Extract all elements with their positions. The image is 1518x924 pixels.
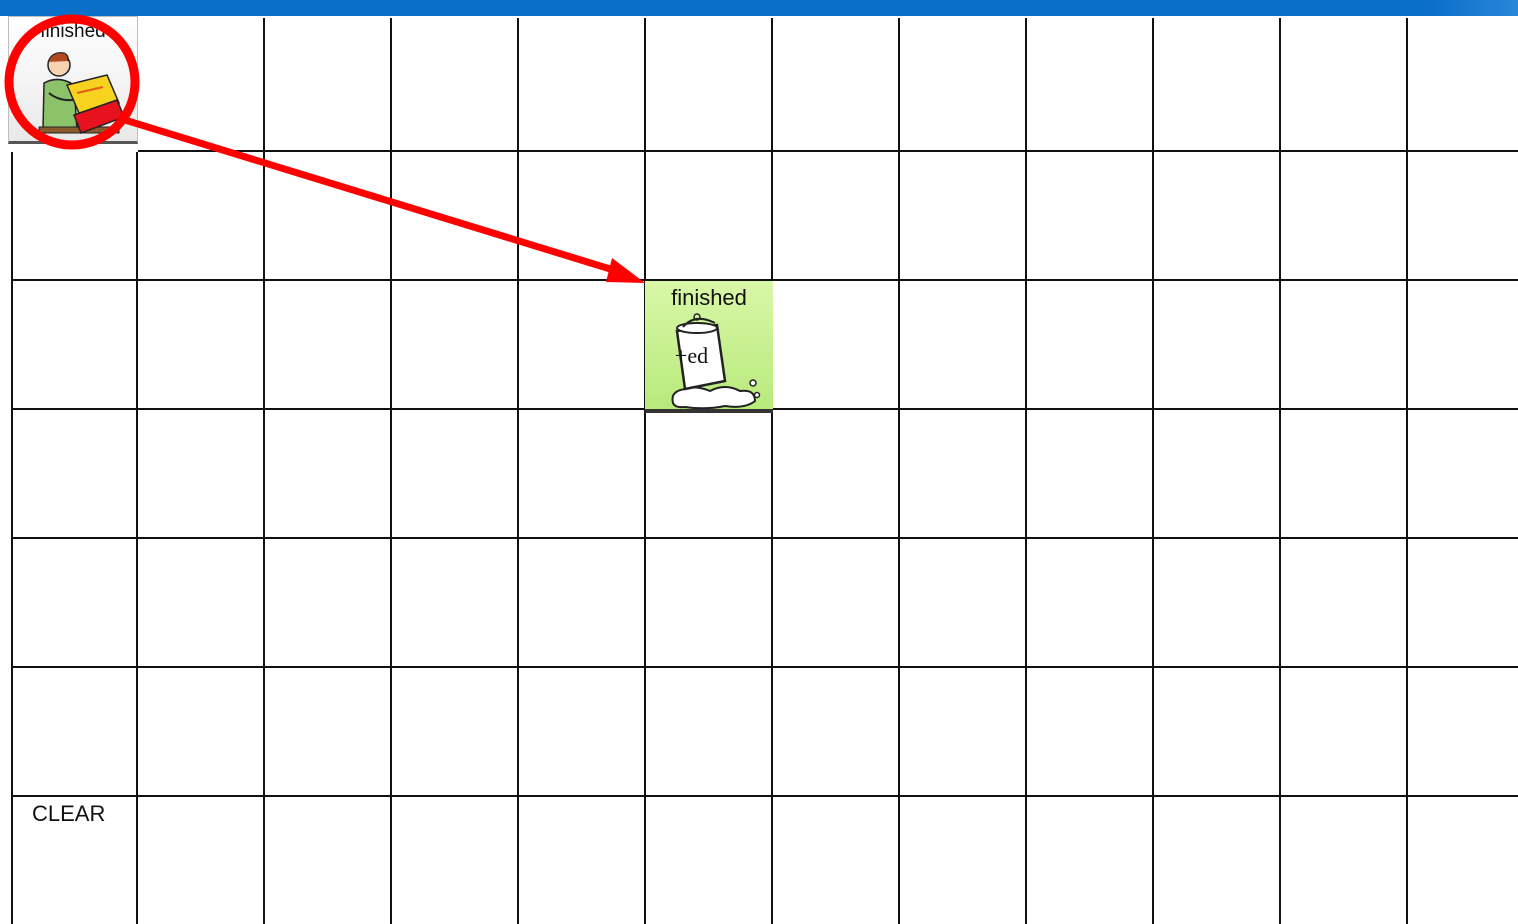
grid-cell[interactable]: [773, 797, 900, 924]
grid-cell[interactable]: [11, 539, 138, 668]
grid-cell[interactable]: [519, 539, 646, 668]
grid-cell[interactable]: [265, 668, 392, 797]
grid-cell[interactable]: [1281, 668, 1408, 797]
grid-cell[interactable]: [1281, 281, 1408, 410]
grid-cell[interactable]: [900, 410, 1027, 539]
grid-cell[interactable]: [519, 18, 646, 152]
button-grid: [0, 0, 1518, 924]
grid-cell[interactable]: [1027, 152, 1154, 281]
grid-cell[interactable]: [11, 281, 138, 410]
grid-cell[interactable]: [1281, 539, 1408, 668]
finished-label: finished: [40, 21, 106, 42]
grid-cell[interactable]: [773, 281, 900, 410]
grid-cell[interactable]: [138, 668, 265, 797]
grid-cell[interactable]: [1154, 410, 1281, 539]
grid-cell[interactable]: [1408, 18, 1518, 152]
grid-cell[interactable]: [519, 152, 646, 281]
grid-cell[interactable]: [392, 281, 519, 410]
clear-label: CLEAR: [32, 801, 106, 826]
grid-cell[interactable]: [1281, 152, 1408, 281]
clear-button[interactable]: CLEAR: [13, 799, 137, 924]
grid-cell[interactable]: [773, 152, 900, 281]
grid-cell[interactable]: [265, 539, 392, 668]
grid-cell[interactable]: [392, 797, 519, 924]
grid-cell[interactable]: [646, 668, 773, 797]
grid-cell[interactable]: [646, 797, 773, 924]
grid-cell[interactable]: [1154, 152, 1281, 281]
grid-cell[interactable]: [265, 281, 392, 410]
grid-cell[interactable]: [519, 668, 646, 797]
grid-cell[interactable]: [138, 410, 265, 539]
grid-cell[interactable]: [1154, 281, 1281, 410]
grid-cell[interactable]: [392, 18, 519, 152]
grid-cell[interactable]: [265, 152, 392, 281]
grid-cell[interactable]: [138, 797, 265, 924]
grid-cell[interactable]: [1027, 281, 1154, 410]
grid-cell[interactable]: [773, 18, 900, 152]
grid-cell[interactable]: [11, 668, 138, 797]
grid-cell[interactable]: [138, 539, 265, 668]
spilled-bucket-ed-icon: +ed: [671, 313, 761, 410]
grid-cell[interactable]: [392, 152, 519, 281]
grid-cell[interactable]: [1281, 797, 1408, 924]
grid-cell[interactable]: [773, 668, 900, 797]
grid-cell[interactable]: [11, 410, 138, 539]
grid-cell[interactable]: [1408, 668, 1518, 797]
grid-cell[interactable]: [392, 539, 519, 668]
grid-cell[interactable]: [265, 410, 392, 539]
grid-cell[interactable]: [900, 797, 1027, 924]
grid-cell[interactable]: [1408, 152, 1518, 281]
grid-cell[interactable]: [1154, 668, 1281, 797]
grid-cell[interactable]: [900, 668, 1027, 797]
grid-cell[interactable]: [900, 539, 1027, 668]
grid-cell[interactable]: [265, 18, 392, 152]
grid-cell[interactable]: [900, 281, 1027, 410]
grid-cell[interactable]: [138, 18, 265, 152]
grid-cell[interactable]: [1281, 410, 1408, 539]
grid-cell[interactable]: [1027, 410, 1154, 539]
grid-cell[interactable]: [138, 281, 265, 410]
grid-cell[interactable]: [1154, 18, 1281, 152]
finished-button-source[interactable]: finished: [8, 16, 138, 144]
grid-cell[interactable]: [900, 18, 1027, 152]
grid-cell[interactable]: [1408, 281, 1518, 410]
grid-cell[interactable]: [519, 281, 646, 410]
grid-cell[interactable]: [646, 410, 773, 539]
grid-cell[interactable]: [1027, 18, 1154, 152]
grid-cell[interactable]: [1408, 410, 1518, 539]
grid-cell[interactable]: [519, 797, 646, 924]
grid-cell[interactable]: [1027, 668, 1154, 797]
person-closing-book-icon: [38, 52, 125, 134]
grid-cell[interactable]: [265, 797, 392, 924]
grid-cell[interactable]: [646, 18, 773, 152]
grid-cell[interactable]: [392, 410, 519, 539]
grid-cell[interactable]: [1154, 797, 1281, 924]
grid-cell[interactable]: [1027, 797, 1154, 924]
finished-label-target: finished: [671, 285, 747, 310]
grid-cell[interactable]: [646, 539, 773, 668]
grid-cell[interactable]: [900, 152, 1027, 281]
grid-cell[interactable]: [392, 668, 519, 797]
grid-cell[interactable]: [646, 152, 773, 281]
grid-cell[interactable]: [1281, 18, 1408, 152]
ed-badge: +ed: [675, 343, 708, 368]
grid-cell[interactable]: [773, 410, 900, 539]
grid-cell[interactable]: [519, 410, 646, 539]
grid-cell[interactable]: [1154, 539, 1281, 668]
grid-cell[interactable]: [1408, 539, 1518, 668]
grid-cell[interactable]: [773, 539, 900, 668]
grid-cell[interactable]: [1027, 539, 1154, 668]
grid-cell[interactable]: [1408, 797, 1518, 924]
finished-button-target[interactable]: finished +ed: [645, 281, 773, 413]
grid-cell[interactable]: [11, 152, 138, 281]
grid-cell[interactable]: [138, 152, 265, 281]
